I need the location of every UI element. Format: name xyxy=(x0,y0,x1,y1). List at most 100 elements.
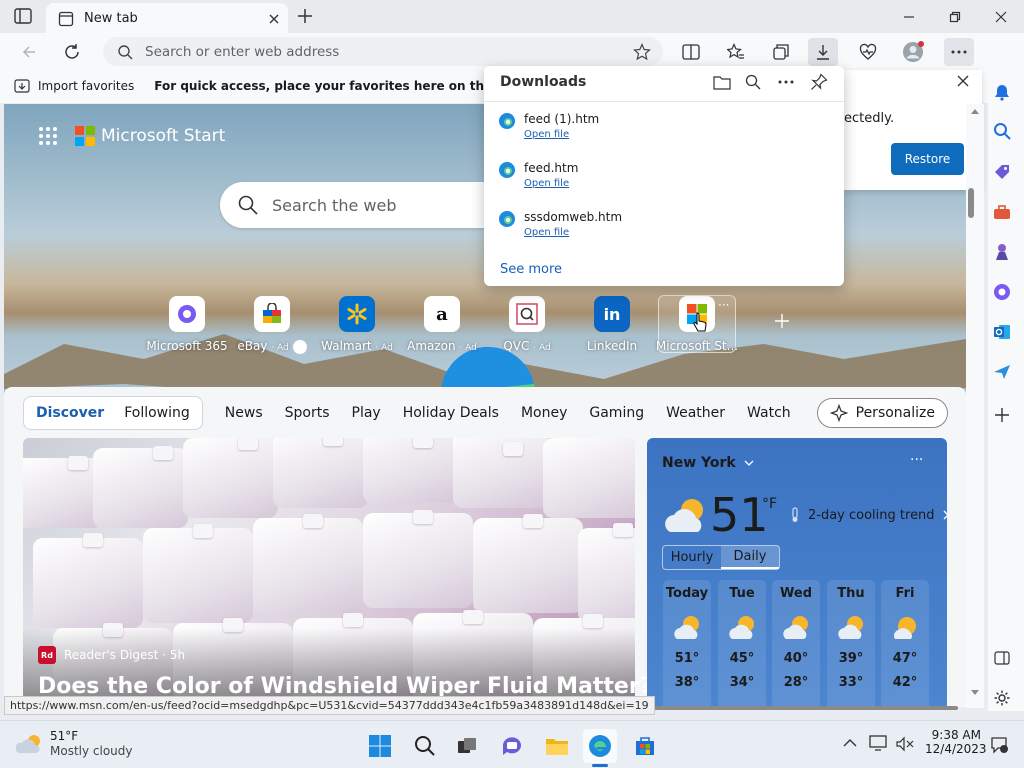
games-icon[interactable] xyxy=(990,240,1014,264)
import-favorites-link[interactable]: Import favorites xyxy=(38,79,134,93)
display-icon[interactable] xyxy=(869,735,889,751)
web-search-input[interactable]: Search the web xyxy=(272,196,396,215)
tools-icon[interactable] xyxy=(990,200,1014,224)
minimize-button[interactable] xyxy=(886,4,932,30)
nav-news[interactable]: News xyxy=(225,405,263,421)
restore-button[interactable]: Restore xyxy=(891,143,964,175)
add-tile-icon[interactable] xyxy=(774,313,790,329)
collections-icon[interactable] xyxy=(766,38,796,66)
downloads-button[interactable] xyxy=(808,38,838,66)
nav-watch[interactable]: Watch xyxy=(747,405,791,421)
open-folder-icon[interactable] xyxy=(713,74,731,90)
downloads-more-icon[interactable] xyxy=(778,80,794,84)
cloudy-weather-icon xyxy=(16,733,44,755)
forecast-day[interactable]: Today 51° 38° xyxy=(663,580,711,710)
tile-walmart[interactable]: Walmart · Ad xyxy=(312,296,402,353)
new-tab-button[interactable] xyxy=(296,7,314,25)
scrollbar-thumb[interactable] xyxy=(968,188,974,218)
tile-microsoft-365[interactable]: Microsoft 365 xyxy=(142,296,232,353)
edge-taskbar-icon[interactable] xyxy=(583,729,617,763)
tile-label: Microsoft St... xyxy=(655,339,739,353)
close-tab-icon[interactable] xyxy=(268,13,280,25)
tile-label: Microsoft 365 xyxy=(146,339,228,353)
network-speaker-icon[interactable] xyxy=(895,736,917,752)
tile-ebay[interactable]: eBay · Ad xyxy=(227,296,317,354)
microsoft-store-taskbar-icon[interactable] xyxy=(628,729,662,763)
hide-sidebar-icon[interactable] xyxy=(990,646,1014,670)
weather-unit[interactable]: °F xyxy=(762,496,777,512)
restore-window-button[interactable] xyxy=(932,4,978,30)
open-file-link[interactable]: Open file xyxy=(524,178,578,189)
outlook-icon[interactable] xyxy=(990,320,1014,344)
forecast-day[interactable]: Tue 45° 34° xyxy=(718,580,766,710)
nav-sports[interactable]: Sports xyxy=(285,405,330,421)
weather-location[interactable]: New York xyxy=(662,455,754,471)
open-file-link[interactable]: Open file xyxy=(524,129,599,140)
personalize-button[interactable]: Personalize xyxy=(816,398,948,428)
close-icon[interactable] xyxy=(957,75,969,87)
pin-icon[interactable] xyxy=(810,73,828,91)
tab-new-tab[interactable]: New tab xyxy=(46,3,288,34)
task-view-icon[interactable] xyxy=(450,729,484,763)
nav-weather[interactable]: Weather xyxy=(666,405,725,421)
profile-avatar[interactable] xyxy=(898,38,928,66)
back-button[interactable] xyxy=(14,38,44,66)
weather-more-icon[interactable]: ··· xyxy=(910,452,923,468)
search-downloads-icon[interactable] xyxy=(745,74,761,90)
close-window-button[interactable] xyxy=(978,4,1024,30)
see-more-link[interactable]: See more xyxy=(500,262,562,277)
scroll-down-icon[interactable] xyxy=(971,690,979,696)
favorite-star-icon[interactable] xyxy=(633,42,651,61)
nav-gaming[interactable]: Gaming xyxy=(589,405,644,421)
notifications-bell-icon[interactable] xyxy=(990,80,1014,104)
nav-play[interactable]: Play xyxy=(352,405,381,421)
forecast-day[interactable]: Fri 47° 42° xyxy=(881,580,929,710)
sidebar-settings-gear-icon[interactable] xyxy=(990,686,1014,710)
file-explorer-icon[interactable] xyxy=(540,729,574,763)
forecast-day[interactable]: Wed 40° 28° xyxy=(772,580,820,710)
tab-following[interactable]: Following xyxy=(124,405,190,421)
article-card[interactable] xyxy=(23,438,635,708)
open-file-link[interactable]: Open file xyxy=(524,227,622,238)
tile-linkedin[interactable]: in LinkedIn xyxy=(567,296,657,353)
tile-qvc[interactable]: QVC · Ad xyxy=(482,296,572,353)
vertical-scrollbar[interactable] xyxy=(966,104,984,708)
apps-grid-icon[interactable] xyxy=(38,126,58,146)
windows-start-icon[interactable] xyxy=(363,729,397,763)
nav-money[interactable]: Money xyxy=(521,405,567,421)
download-item[interactable]: feed.htm Open file xyxy=(498,161,818,189)
tab-discover[interactable]: Discover xyxy=(36,405,104,421)
chat-icon[interactable] xyxy=(495,729,529,763)
taskbar-weather-desc: Mostly cloudy xyxy=(50,744,133,758)
add-sidebar-app-icon[interactable] xyxy=(990,403,1014,427)
tile-more-icon[interactable]: ··· xyxy=(718,298,729,312)
microsoft-365-icon[interactable] xyxy=(990,280,1014,304)
browser-essentials-icon[interactable] xyxy=(853,38,883,66)
taskbar-search-icon[interactable] xyxy=(408,729,442,763)
split-screen-icon[interactable] xyxy=(676,38,706,66)
scroll-up-icon[interactable] xyxy=(971,108,979,114)
tab-hourly[interactable]: Hourly xyxy=(663,546,721,569)
download-item[interactable]: sssdomweb.htm Open file xyxy=(498,210,818,238)
tile-amazon[interactable]: a Amazon · Ad xyxy=(397,296,487,353)
address-bar[interactable]: Search or enter web address xyxy=(103,37,663,66)
tab-actions-icon[interactable] xyxy=(14,8,32,24)
favorites-icon[interactable] xyxy=(721,38,751,66)
taskbar-weather[interactable]: 51°F Mostly cloudy xyxy=(16,729,133,758)
search-icon xyxy=(117,44,133,60)
chevron-up-icon[interactable] xyxy=(843,738,857,748)
address-input[interactable]: Search or enter web address xyxy=(145,44,633,60)
forecast-day[interactable]: Thu 39° 33° xyxy=(827,580,875,710)
weather-trend[interactable]: 2-day cooling trend xyxy=(790,507,949,523)
tab-daily[interactable]: Daily xyxy=(721,546,779,569)
nav-holiday-deals[interactable]: Holiday Deals xyxy=(403,405,499,421)
search-icon[interactable] xyxy=(990,119,1014,143)
horizontal-scrollbar-thumb[interactable] xyxy=(632,706,958,710)
refresh-button[interactable] xyxy=(57,38,87,66)
shopping-tag-icon[interactable] xyxy=(990,160,1014,184)
taskbar-clock[interactable]: 9:38 AM 12/4/2023 xyxy=(925,728,987,756)
more-options-icon[interactable] xyxy=(944,38,974,66)
download-item[interactable]: feed (1).htm Open file xyxy=(498,112,818,140)
send-icon[interactable] xyxy=(990,360,1014,384)
notification-center-icon[interactable] xyxy=(990,736,1008,754)
